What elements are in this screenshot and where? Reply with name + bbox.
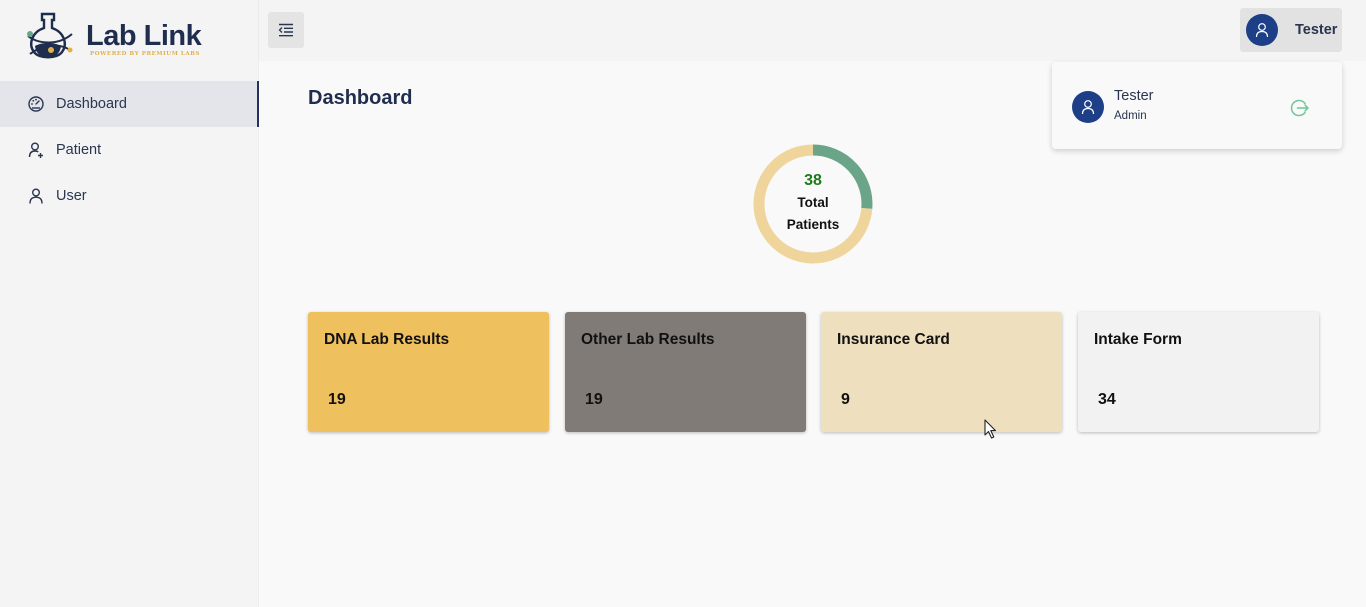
sidebar: Lab Link POWERED BY PREMIUM LABS Dashboa… [0,0,259,607]
brand-name: Lab Link [86,20,202,52]
card-other-lab-results[interactable]: Other Lab Results 19 [565,312,806,432]
card-insurance-card[interactable]: Insurance Card 9 [821,312,1062,432]
total-label-line2: Patients [786,217,840,232]
card-title: Other Lab Results [581,331,715,348]
page-title: Dashboard [308,87,413,109]
total-label-line1: Total [797,195,829,210]
user-menu-button[interactable]: Tester [1240,8,1342,52]
flask-logo-icon [27,12,73,59]
user-icon [27,187,45,205]
dropdown-user-name: Tester [1114,88,1154,104]
sidebar-item-user[interactable]: User [0,173,259,219]
user-avatar-icon [1246,14,1278,46]
brand-tagline: POWERED BY PREMIUM LABS [90,51,201,57]
card-title: DNA Lab Results [324,331,450,348]
sidebar-toggle-button[interactable] [268,12,304,48]
card-value: 9 [841,391,850,408]
card-intake-form[interactable]: Intake Form 34 [1078,312,1319,432]
sidebar-item-label: Patient [56,142,102,158]
total-patients-value: 38 [804,172,822,189]
top-bar: Tester [259,0,1366,61]
user-name: Tester [1295,22,1338,38]
mouse-pointer-icon [984,419,997,439]
lab-link-logo[interactable]: Lab Link POWERED BY PREMIUM LABS [24,10,204,62]
logout-icon [1290,99,1309,117]
card-value: 19 [585,391,603,408]
user-dropdown: Tester Admin [1052,62,1342,149]
card-title: Intake Form [1094,331,1182,348]
sidebar-item-dashboard[interactable]: Dashboard [0,81,259,127]
user-avatar-icon [1072,91,1104,123]
sidebar-item-label: Dashboard [56,96,127,112]
donut-center-label: 38 Total Patients [750,141,876,267]
logout-button[interactable] [1289,97,1311,119]
card-title: Insurance Card [837,331,950,348]
card-value: 34 [1098,391,1116,408]
dropdown-user-role: Admin [1114,110,1147,122]
card-dna-lab-results[interactable]: DNA Lab Results 19 [308,312,549,432]
sidebar-item-label: User [56,188,87,204]
dashboard-gauge-icon [27,95,45,113]
total-patients-label: Total Patients [787,192,840,236]
sidebar-nav: Dashboard Patient User [0,81,259,219]
menu-indent-icon [278,23,293,37]
card-value: 19 [328,391,346,408]
sidebar-item-patient[interactable]: Patient [0,127,259,173]
user-plus-icon [27,141,45,159]
